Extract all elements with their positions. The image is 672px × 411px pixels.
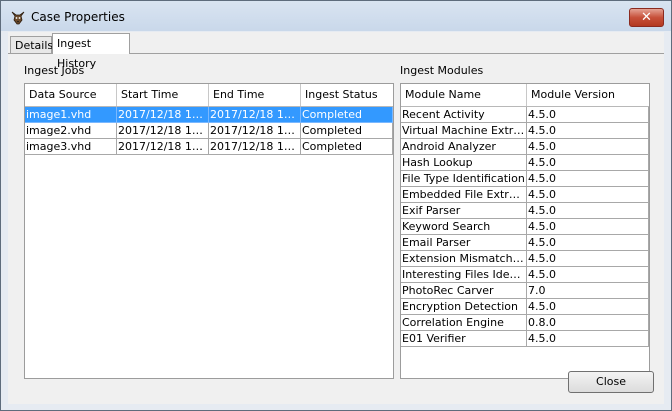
table-row[interactable]: Recent Activity 4.5.0 xyxy=(401,107,649,123)
cell-module-name: E01 Verifier xyxy=(401,331,527,347)
ingest-jobs-table[interactable]: Data Source Start Time End Time Ingest S… xyxy=(24,83,394,379)
cell-module-name: Android Analyzer xyxy=(401,139,527,155)
cell-module-version: 4.5.0 xyxy=(527,251,649,267)
close-button[interactable]: Close xyxy=(568,371,654,393)
cell-module-name: PhotoRec Carver xyxy=(401,283,527,299)
autopsy-dog-icon xyxy=(11,11,25,25)
cell-module-version: 4.5.0 xyxy=(527,187,649,203)
cell-module-name: Extension Mismatch De... xyxy=(401,251,527,267)
cell-start-time: 2017/12/18 11:... xyxy=(117,123,209,139)
table-row[interactable]: PhotoRec Carver 7.0 xyxy=(401,283,649,299)
cell-module-name: Recent Activity xyxy=(401,107,527,123)
cell-module-version: 4.5.0 xyxy=(527,171,649,187)
cell-module-name: Virtual Machine Extractor xyxy=(401,123,527,139)
cell-ingest-status: Completed xyxy=(301,123,393,139)
cell-module-name: Hash Lookup xyxy=(401,155,527,171)
cell-module-name: Correlation Engine xyxy=(401,315,527,331)
cell-module-name: Embedded File Extractor xyxy=(401,187,527,203)
cell-module-version: 4.5.0 xyxy=(527,331,649,347)
table-row[interactable]: E01 Verifier 4.5.0 xyxy=(401,331,649,347)
cell-data-source: image3.vhd xyxy=(25,139,117,155)
table-row[interactable]: Android Analyzer 4.5.0 xyxy=(401,139,649,155)
table-row[interactable]: image3.vhd 2017/12/18 11:... 2017/12/18 … xyxy=(25,139,393,155)
table-row[interactable]: Virtual Machine Extractor4.5.0 xyxy=(401,123,649,139)
cell-start-time: 2017/12/18 11:... xyxy=(117,107,209,123)
cell-module-version: 4.5.0 xyxy=(527,123,649,139)
table-row[interactable]: Hash Lookup 4.5.0 xyxy=(401,155,649,171)
cell-data-source: image1.vhd xyxy=(25,107,117,123)
window-close-button[interactable]: ✕ xyxy=(629,8,664,27)
ingest-modules-header: Module Name Module Version xyxy=(401,84,649,107)
cell-module-name: Exif Parser xyxy=(401,203,527,219)
column-header-module-version[interactable]: Module Version xyxy=(527,84,649,106)
table-row[interactable]: image2.vhd 2017/12/18 11:... 2017/12/18 … xyxy=(25,123,393,139)
cell-module-name: Email Parser xyxy=(401,235,527,251)
ingest-jobs-header: Data Source Start Time End Time Ingest S… xyxy=(25,84,393,107)
cell-ingest-status: Completed xyxy=(301,139,393,155)
column-header-end-time[interactable]: End Time xyxy=(209,84,301,106)
cell-end-time: 2017/12/18 11:... xyxy=(209,123,301,139)
cell-module-version: 7.0 xyxy=(527,283,649,299)
cell-module-version: 4.5.0 xyxy=(527,107,649,123)
cell-module-name: Keyword Search xyxy=(401,219,527,235)
cell-start-time: 2017/12/18 11:... xyxy=(117,139,209,155)
table-row[interactable]: Extension Mismatch De...4.5.0 xyxy=(401,251,649,267)
tab-details[interactable]: Details xyxy=(10,36,53,53)
column-header-start-time[interactable]: Start Time xyxy=(117,84,209,106)
table-row[interactable]: Keyword Search 4.5.0 xyxy=(401,219,649,235)
cell-module-name: Encryption Detection xyxy=(401,299,527,315)
table-row[interactable]: Email Parser 4.5.0 xyxy=(401,235,649,251)
column-header-data-source[interactable]: Data Source xyxy=(25,84,117,106)
table-row[interactable]: Embedded File Extractor 4.5.0 xyxy=(401,187,649,203)
table-row[interactable]: Encryption Detection 4.5.0 xyxy=(401,299,649,315)
cell-module-version: 4.5.0 xyxy=(527,299,649,315)
cell-module-version: 4.5.0 xyxy=(527,139,649,155)
title-bar[interactable]: Case Properties ✕ xyxy=(1,1,671,31)
table-row[interactable]: image1.vhd 2017/12/18 11:... 2017/12/18 … xyxy=(25,107,393,123)
case-properties-window: Case Properties ✕ Details Ingest History… xyxy=(0,0,672,411)
dialog-content: Details Ingest History Ingest Jobs Inges… xyxy=(8,32,664,404)
ingest-modules-table[interactable]: Module Name Module Version Recent Activi… xyxy=(400,83,650,379)
cell-module-version: 4.5.0 xyxy=(527,235,649,251)
tab-ingest-history[interactable]: Ingest History xyxy=(52,33,130,70)
close-icon: ✕ xyxy=(641,10,652,25)
cell-end-time: 2017/12/18 11:... xyxy=(209,139,301,155)
column-header-module-name[interactable]: Module Name xyxy=(401,84,527,106)
table-row[interactable]: Exif Parser 4.5.0 xyxy=(401,203,649,219)
cell-module-version: 4.5.0 xyxy=(527,155,649,171)
window-title: Case Properties xyxy=(31,10,125,24)
cell-module-version: 0.8.0 xyxy=(527,315,649,331)
cell-module-name: File Type Identification xyxy=(401,171,527,187)
ingest-modules-label: Ingest Modules xyxy=(400,64,484,77)
cell-module-version: 4.5.0 xyxy=(527,267,649,283)
table-row[interactable]: Correlation Engine 0.8.0 xyxy=(401,315,649,331)
cell-ingest-status: Completed xyxy=(301,107,393,123)
cell-module-name: Interesting Files Identi... xyxy=(401,267,527,283)
table-row[interactable]: File Type Identification 4.5.0 xyxy=(401,171,649,187)
column-header-ingest-status[interactable]: Ingest Status xyxy=(301,84,393,106)
table-row[interactable]: Interesting Files Identi... 4.5.0 xyxy=(401,267,649,283)
cell-module-version: 4.5.0 xyxy=(527,219,649,235)
cell-module-version: 4.5.0 xyxy=(527,203,649,219)
cell-end-time: 2017/12/18 11:... xyxy=(209,107,301,123)
ingest-history-panel: Ingest Jobs Ingest Modules Data Source S… xyxy=(8,53,664,404)
cell-data-source: image2.vhd xyxy=(25,123,117,139)
